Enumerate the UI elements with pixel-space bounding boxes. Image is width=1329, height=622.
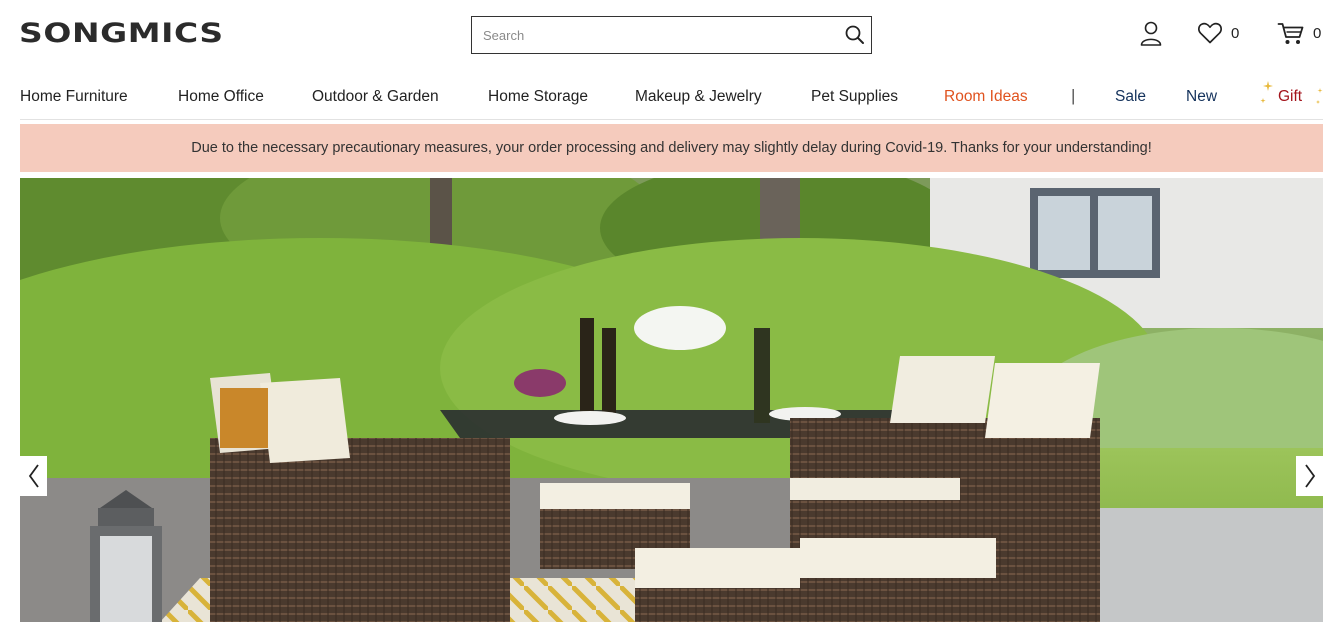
nav-sale[interactable]: Sale bbox=[1115, 88, 1146, 106]
hero-banner[interactable] bbox=[20, 178, 1323, 622]
cart-icon bbox=[1277, 23, 1304, 44]
account-button[interactable] bbox=[1139, 20, 1163, 53]
user-icon bbox=[1140, 21, 1162, 46]
site-header: SONGMICS 0 0 bbox=[0, 0, 1329, 70]
main-nav: Home Furniture Home Office Outdoor & Gar… bbox=[0, 81, 1329, 110]
nav-gift[interactable]: Gift bbox=[1278, 88, 1302, 106]
cart-button[interactable] bbox=[1277, 21, 1305, 52]
heart-icon bbox=[1198, 22, 1222, 44]
nav-home-furniture[interactable]: Home Furniture bbox=[20, 88, 128, 106]
nav-home-storage[interactable]: Home Storage bbox=[488, 88, 588, 106]
search-input[interactable] bbox=[472, 17, 832, 53]
nav-makeup-jewelry[interactable]: Makeup & Jewelry bbox=[635, 88, 762, 106]
nav-new[interactable]: New bbox=[1186, 88, 1217, 106]
nav-separator: | bbox=[1071, 86, 1076, 105]
nav-room-ideas[interactable]: Room Ideas bbox=[944, 88, 1028, 106]
search-box bbox=[471, 16, 872, 54]
brand-logo[interactable]: SONGMICS bbox=[19, 18, 224, 49]
notice-text: Due to the necessary precautionary measu… bbox=[191, 140, 1152, 156]
search-icon bbox=[845, 25, 864, 44]
hero-image bbox=[20, 178, 1323, 622]
nav-outdoor-garden[interactable]: Outdoor & Garden bbox=[312, 88, 439, 106]
slider-next-button[interactable] bbox=[1296, 456, 1323, 496]
wishlist-count: 0 bbox=[1231, 25, 1240, 42]
cart-count: 0 bbox=[1313, 25, 1322, 42]
nav-home-office[interactable]: Home Office bbox=[178, 88, 264, 106]
search-button[interactable] bbox=[843, 23, 867, 47]
covid-notice-banner: Due to the necessary precautionary measu… bbox=[20, 124, 1323, 172]
nav-pet-supplies[interactable]: Pet Supplies bbox=[811, 88, 898, 106]
wishlist-button[interactable] bbox=[1197, 21, 1223, 50]
chevron-left-icon bbox=[28, 464, 39, 488]
slider-prev-button[interactable] bbox=[20, 456, 47, 496]
chevron-right-icon bbox=[1304, 464, 1315, 488]
nav-divider bbox=[20, 119, 1323, 120]
